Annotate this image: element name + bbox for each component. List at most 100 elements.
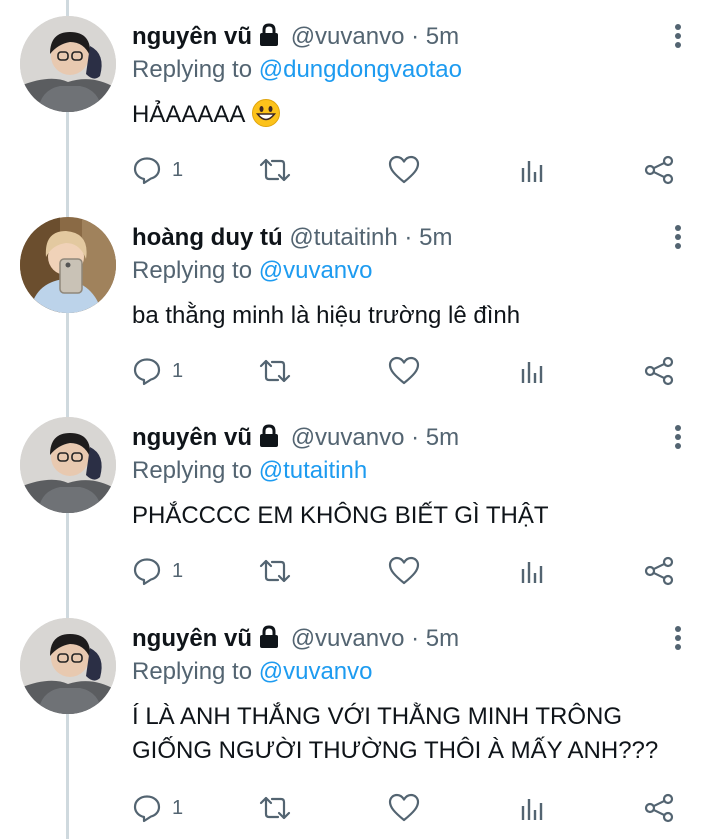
user-handle[interactable]: @vuvanvo [291, 625, 405, 652]
tweet-text-line: PHẮCCCC EM KHÔNG BIẾT GÌ THẬT [132, 502, 549, 529]
user-handle[interactable]: @tutaitinh [289, 224, 397, 251]
tweet-actions: 1 [132, 555, 700, 587]
reply-count: 1 [172, 158, 184, 181]
share-icon [644, 356, 674, 386]
reply-button[interactable]: 1 [132, 355, 183, 387]
replying-to-mention[interactable]: @dungdongvaotao [259, 56, 462, 83]
retweet-button[interactable] [258, 154, 292, 186]
tweet-text-line: Í LÀ ANH THẮNG VỚI THẰNG MINH TRÔNG [132, 703, 622, 730]
analytics-button[interactable] [518, 355, 548, 387]
like-button[interactable] [388, 792, 420, 824]
replying-to: Replying to @vuvanvo [132, 255, 373, 287]
tweet-header: hoàng duy tú @tutaitinh · 5m [132, 221, 452, 255]
separator-dot: · [411, 23, 420, 50]
display-name[interactable]: hoàng duy tú [132, 224, 283, 251]
more-options-icon[interactable] [668, 423, 688, 451]
avatar[interactable] [20, 16, 116, 112]
analytics-button[interactable] [518, 154, 548, 186]
share-button[interactable] [644, 154, 674, 186]
tweet-text: ba thằng minh là hiệu trường lê đình [132, 299, 520, 333]
display-name[interactable]: nguyên vũ [132, 23, 252, 50]
avatar[interactable] [20, 417, 116, 513]
tweet-header: nguyên vũ @vuvanvo · 5m [132, 421, 459, 455]
lock-icon [258, 625, 280, 659]
analytics-icon [521, 562, 543, 583]
separator-dot: · [411, 424, 420, 451]
like-button[interactable] [388, 355, 420, 387]
timestamp[interactable]: 5m [419, 224, 452, 251]
user-handle[interactable]: @vuvanvo [291, 23, 405, 50]
tweet-text: PHẮCCCC EM KHÔNG BIẾT GÌ THẬT [132, 499, 549, 533]
reply-icon [133, 558, 161, 586]
tweet-header: nguyên vũ @vuvanvo · 5m [132, 622, 459, 656]
reply-icon [133, 358, 161, 386]
analytics-icon [521, 799, 543, 820]
replying-to-label: Replying to [132, 257, 253, 284]
tweet-actions: 1 [132, 154, 700, 186]
display-name[interactable]: nguyên vũ [132, 424, 252, 451]
timestamp[interactable]: 5m [426, 625, 459, 652]
analytics-button[interactable] [518, 555, 548, 587]
heart-icon [388, 356, 420, 385]
timestamp[interactable]: 5m [426, 424, 459, 451]
heart-icon [388, 556, 420, 585]
retweet-icon [259, 796, 291, 820]
replying-to-label: Replying to [132, 56, 253, 83]
more-options-icon[interactable] [668, 223, 688, 251]
tweet-text-line: GIỐNG NGƯỜI THƯỜNG THÔI À MẤY ANH??? [132, 737, 659, 764]
tweet-text-line: ba thằng minh là hiệu trường lê đình [132, 302, 521, 329]
tweet-text: Í LÀ ANH THẮNG VỚI THẰNG MINH TRÔNG GIỐN… [132, 700, 658, 768]
reply-icon [133, 157, 161, 185]
reply-count: 1 [172, 359, 184, 382]
share-icon [644, 155, 674, 185]
analytics-button[interactable] [518, 792, 548, 824]
display-name[interactable]: nguyên vũ [132, 625, 252, 652]
reply-count: 1 [172, 796, 184, 819]
retweet-button[interactable] [258, 555, 292, 587]
tweet-actions: 1 [132, 355, 700, 387]
separator-dot: · [411, 625, 420, 652]
replying-to-mention[interactable]: @vuvanvo [259, 658, 373, 685]
tweet-text: HẢAAAAA [132, 98, 281, 138]
lock-icon [258, 23, 280, 57]
reply-icon [133, 795, 161, 823]
lock-icon [258, 424, 280, 458]
share-button[interactable] [644, 555, 674, 587]
more-options-icon[interactable] [668, 22, 688, 50]
more-options-icon[interactable] [668, 624, 688, 652]
avatar[interactable] [20, 618, 116, 714]
user-handle[interactable]: @vuvanvo [291, 424, 405, 451]
like-button[interactable] [388, 555, 420, 587]
tweet-header: nguyên vũ @vuvanvo · 5m [132, 20, 459, 54]
replying-to-mention[interactable]: @tutaitinh [259, 457, 367, 484]
separator-dot: · [404, 224, 413, 251]
timestamp[interactable]: 5m [426, 23, 459, 50]
replying-to-label: Replying to [132, 658, 253, 685]
share-icon [644, 793, 674, 823]
analytics-icon [521, 362, 543, 383]
reply-count: 1 [172, 559, 184, 582]
reply-button[interactable]: 1 [132, 555, 183, 587]
grinning-face-emoji [251, 98, 281, 138]
reply-button[interactable]: 1 [132, 792, 183, 824]
replying-to: Replying to @dungdongvaotao [132, 54, 462, 86]
heart-icon [388, 793, 420, 822]
replying-to: Replying to @vuvanvo [132, 656, 373, 688]
retweet-icon [259, 559, 291, 583]
replying-to: Replying to @tutaitinh [132, 455, 367, 487]
retweet-button[interactable] [258, 792, 292, 824]
retweet-icon [259, 359, 291, 383]
avatar[interactable] [20, 217, 116, 313]
analytics-icon [521, 161, 543, 182]
heart-icon [388, 155, 420, 184]
tweet-text-line: HẢAAAAA [132, 101, 246, 128]
reply-button[interactable]: 1 [132, 154, 183, 186]
share-button[interactable] [644, 792, 674, 824]
like-button[interactable] [388, 154, 420, 186]
retweet-button[interactable] [258, 355, 292, 387]
replying-to-mention[interactable]: @vuvanvo [259, 257, 373, 284]
share-button[interactable] [644, 355, 674, 387]
share-icon [644, 556, 674, 586]
tweet-actions: 1 [132, 792, 700, 824]
retweet-icon [259, 158, 291, 182]
